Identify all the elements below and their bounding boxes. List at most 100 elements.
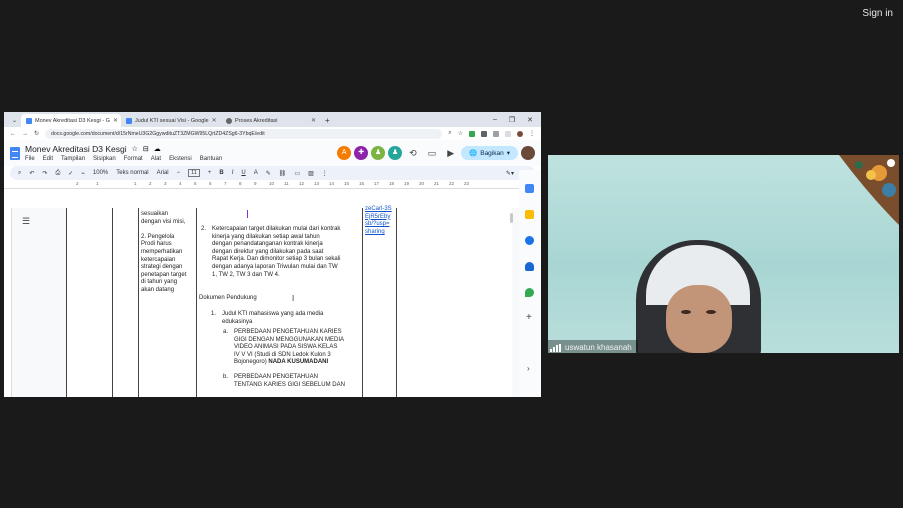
extension-icon[interactable] [469,130,475,137]
collaborator-avatar[interactable]: ♟ [371,146,386,160]
menu-file[interactable]: File [25,156,35,162]
contacts-icon[interactable] [525,262,534,271]
cell-line: PERBEDAAN PENGETAHUAN [234,374,318,380]
browser-tab-1[interactable]: Monev Akreditasi D3 Kesgi - G ✕ [21,114,122,127]
link-icon[interactable]: ⛓ [279,170,287,177]
undo-icon[interactable]: ↶ [29,170,34,177]
share-button[interactable]: 🌐 Bagikan ▾ [461,146,518,160]
close-tab-icon[interactable]: ✕ [113,117,118,124]
ruler-tick: 15 [344,181,350,186]
font-size-field[interactable]: 11 [188,169,200,177]
tasks-icon[interactable] [525,236,534,245]
add-addon-icon[interactable]: + [526,312,532,323]
sign-in-link[interactable]: Sign in [862,8,893,19]
participant-video-tile[interactable]: uswatun khasanah [548,155,899,353]
style-select[interactable]: Teks normal [116,170,148,176]
minimize-icon[interactable]: – [493,116,497,124]
version-history-icon[interactable]: ⟲ [409,148,417,159]
extensions-puzzle-icon[interactable] [493,130,499,137]
side-panel-icon[interactable] [505,130,511,137]
ruler-tick: 4 [179,181,182,186]
text-color-icon[interactable]: A [254,170,258,176]
close-window-icon[interactable]: ✕ [527,116,533,124]
calendar-icon[interactable] [525,184,534,193]
font-select[interactable]: Arial [157,170,169,176]
maps-icon[interactable] [525,288,534,297]
browser-tab-2[interactable]: Judul KTI sesuai Visi - Google ✕ [121,114,221,127]
share-label: Bagikan [480,149,504,157]
browser-menu-icon[interactable]: ⋮ [529,130,535,137]
underline-icon[interactable]: U [241,170,245,176]
menu-help[interactable]: Bantuan [200,156,222,162]
increase-size-icon[interactable]: + [208,170,212,176]
table-cell-strategy[interactable]: sesuaikan dengan visi misi, 2. Pengelola… [141,211,195,295]
cell-line: 1, TW 2, TW 3 dan TW 4. [212,271,280,278]
reload-icon[interactable]: ↻ [34,130,39,137]
menu-insert[interactable]: Sisipkan [93,156,116,162]
menu-edit[interactable]: Edit [43,156,53,162]
maximize-icon[interactable]: ❐ [509,116,515,124]
menu-extensions[interactable]: Ekstensi [169,156,192,162]
tab-title: Judul KTI sesuai Visi - Google [135,117,209,124]
bookmark-star-icon[interactable]: ☆ [458,130,463,137]
cell-line: dengan visi misi, [141,218,186,225]
doc-title[interactable]: Monev Akreditasi D3 Kesgi [25,144,127,154]
document-scrollbar[interactable] [510,213,513,223]
address-bar-row: ← → ↻ docs.google.com/document/d/15rNmeU… [4,127,541,140]
move-folder-icon[interactable]: ⊟ [143,145,149,153]
italic-icon[interactable]: I [232,170,234,176]
highlight-icon[interactable]: ✎ [266,170,271,177]
ruler-tick: 21 [434,181,440,186]
decrease-size-icon[interactable]: − [177,170,181,176]
tab-search-icon[interactable]: ⌄ [8,117,21,127]
spellcheck-icon[interactable]: ✓ [68,170,73,177]
author-name: NADA KUSUMADANI [268,359,329,366]
collaborator-avatar[interactable]: ✚ [354,146,369,160]
menu-format[interactable]: Format [124,156,143,162]
list-item-kti[interactable]: Judul KTI mahasiswa yang ada media eduka… [222,311,360,326]
image-icon[interactable]: ▨ [308,170,314,177]
url-field[interactable]: docs.google.com/document/d/15rNmeU3G2Ggy… [45,128,443,139]
expand-panel-icon[interactable]: › [527,364,530,373]
meet-icon[interactable]: ▶ [447,148,454,159]
back-icon[interactable]: ← [10,131,16,137]
cloud-saved-icon[interactable]: ☁ [154,145,161,153]
close-tab-icon[interactable]: ✕ [212,117,217,124]
account-avatar[interactable] [521,146,535,160]
print-icon[interactable]: ⎙ [55,170,60,177]
menu-view[interactable]: Tampilan [61,156,85,162]
browser-tab-3[interactable]: Proses Akreditasi ✕ [221,114,321,127]
comment-icon[interactable]: ▭ [294,170,300,177]
comments-icon[interactable]: ▭ [428,148,437,159]
redo-icon[interactable]: ↷ [42,170,47,177]
docs-logo-icon[interactable] [10,146,20,160]
more-icon[interactable]: ⋮ [322,170,328,177]
keep-icon[interactable] [525,210,534,219]
collaborator-avatar[interactable]: ♟ [388,146,403,160]
ruler-tick: 1 [96,181,99,186]
paint-format-icon[interactable]: ⌁ [81,170,85,177]
profile-avatar[interactable] [517,130,523,137]
forward-icon[interactable]: → [22,131,28,137]
cell-line: TENTANG KARIES GIGI SEBELUM DAN [234,381,345,388]
list-item-achievement[interactable]: Ketercapaian target dilakukan mulai dari… [212,226,362,279]
extension-icon[interactable] [481,130,487,137]
new-tab-icon[interactable]: + [321,116,334,127]
menu-tools[interactable]: Alat [151,156,161,162]
sublist-item-b[interactable]: PERBEDAAN PENGETAHUAN TENTANG KARIES GIG… [234,374,362,389]
zoom-icon[interactable]: ⌕ [448,130,451,137]
zoom-select[interactable]: 100% [93,170,108,176]
collaborator-avatar[interactable]: A [337,146,352,160]
bold-icon[interactable]: B [219,170,223,176]
star-icon[interactable]: ☆ [132,145,138,153]
drive-link[interactable]: zeCarl-3S EjR5rEby sb/?usp= sharing [365,206,395,236]
globe-icon: 🌐 [469,150,478,157]
cell-line: di tahun yang [141,279,178,286]
search-menus-icon[interactable]: ⌕ [18,170,21,177]
outline-list-icon[interactable]: ☰ [22,216,30,227]
sublist-item-a[interactable]: PERBEDAAN PENGETAHUAN KARIES GIGI DENGAN… [234,329,362,367]
editing-mode-icon[interactable]: ✎▾ [506,170,514,177]
collaborator-cursor [247,210,248,218]
document-page[interactable]: sesuaikan dengan visi misi, 2. Pengelola… [66,206,512,397]
close-tab-icon[interactable]: ✕ [311,117,316,124]
